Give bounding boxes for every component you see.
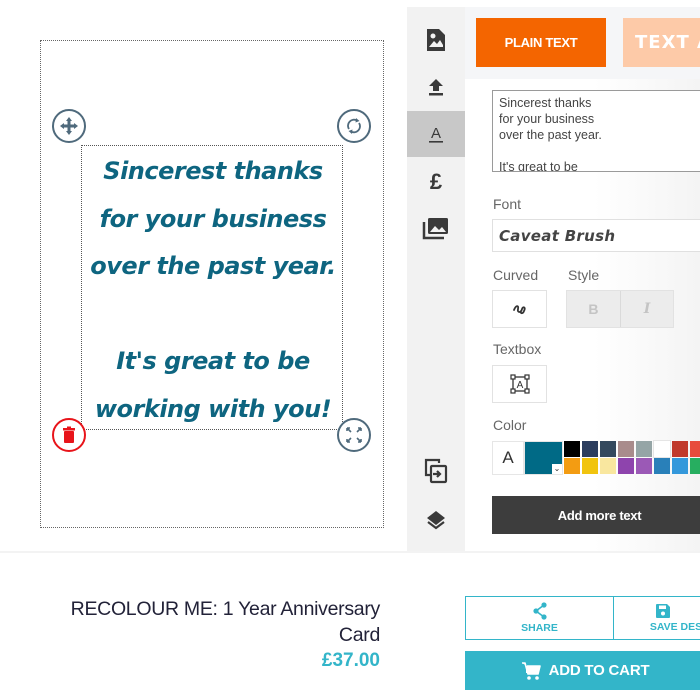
color-swatch[interactable] (618, 441, 634, 457)
textbox-button[interactable]: A (492, 365, 547, 403)
font-select[interactable]: Caveat Brush (492, 219, 700, 252)
color-swatch[interactable] (600, 441, 616, 457)
text-input[interactable]: Sincerest thanks for your business over … (492, 90, 700, 172)
layers-icon (427, 511, 445, 530)
textbox-label: Textbox (493, 341, 542, 357)
text-options-panel: PLAIN TEXT TEXT A Sincerest thanks for y… (465, 7, 700, 551)
color-swatch[interactable] (690, 458, 700, 474)
product-designer: Sincerest thanks for your business over … (0, 0, 700, 700)
text-color-indicator: A (492, 441, 524, 475)
card-text-line: for your business (99, 204, 327, 233)
design-canvas-area: Sincerest thanks for your business over … (0, 7, 407, 551)
delete-handle[interactable] (52, 418, 86, 452)
save-label: SAVE DES (649, 621, 700, 633)
color-swatch[interactable] (618, 458, 634, 474)
share-button[interactable]: SHARE (465, 596, 614, 640)
move-handle[interactable] (52, 109, 86, 143)
product-title: RECOLOUR ME: 1 Year Anniversary Card (20, 596, 381, 648)
product-title-line: Card (338, 624, 380, 646)
color-swatch[interactable] (564, 441, 580, 457)
resize-icon (346, 427, 362, 443)
color-swatch[interactable] (654, 458, 670, 474)
card-text-line: Sincerest thanks (103, 157, 323, 185)
rotate-icon (347, 118, 361, 134)
card-text-line (80, 290, 346, 338)
chevron-down-icon[interactable]: ⌄ (552, 464, 562, 474)
svg-text:A: A (431, 125, 441, 142)
color-swatch[interactable] (690, 441, 700, 457)
color-swatch[interactable] (672, 458, 688, 474)
svg-text:A: A (516, 380, 523, 391)
style-label: Style (568, 267, 600, 283)
save-design-button[interactable]: SAVE DES (613, 596, 700, 640)
sidebar-item-layers[interactable] (407, 497, 465, 543)
duplicate-icon (424, 458, 448, 484)
sidebar-item-text[interactable]: A (407, 111, 465, 157)
share-label: SHARE (521, 622, 558, 634)
tab-plain-text[interactable]: PLAIN TEXT (476, 18, 606, 67)
tab-text-art[interactable]: TEXT A (623, 18, 700, 67)
sidebar-item-gallery[interactable] (407, 205, 465, 251)
gallery-icon (422, 218, 448, 240)
curve-icon (512, 305, 526, 315)
color-swatch[interactable] (564, 458, 580, 474)
save-icon (656, 604, 670, 618)
card-text-line: It's great to be (116, 347, 310, 375)
current-color-picker[interactable]: ⌄ (524, 441, 563, 475)
trash-icon (63, 426, 75, 443)
product-title-line: RECOLOUR ME: 1 Year Anniversary (70, 598, 381, 620)
card-text-line: working with you! (94, 394, 332, 423)
image-icon (427, 29, 445, 51)
italic-button[interactable]: I (619, 291, 673, 327)
sidebar-item-price[interactable]: £ (407, 158, 465, 204)
tool-sidebar: A £ (407, 7, 465, 551)
text-icon: A (429, 125, 443, 143)
color-swatch[interactable] (582, 441, 598, 457)
upload-icon (429, 79, 443, 96)
add-to-cart-button[interactable]: ADD TO CART (465, 651, 700, 690)
color-swatches (564, 440, 700, 474)
share-icon (532, 602, 547, 620)
rotate-handle[interactable] (337, 109, 371, 143)
color-swatch[interactable] (582, 458, 598, 474)
card-text[interactable]: Sincerest thanks for your business over … (80, 147, 346, 432)
cart-icon (521, 661, 541, 680)
sidebar-item-image[interactable] (407, 17, 465, 63)
color-swatch[interactable] (600, 458, 616, 474)
bold-button[interactable]: B (567, 291, 620, 327)
color-swatch[interactable] (653, 440, 671, 458)
product-price: £37.00 (321, 650, 380, 671)
pound-icon: £ (430, 169, 443, 193)
color-swatch[interactable] (636, 441, 652, 457)
move-icon (60, 117, 78, 135)
sidebar-item-upload[interactable] (407, 64, 465, 110)
text-style-group: B I (566, 290, 674, 328)
sidebar-item-duplicate[interactable] (407, 448, 465, 494)
add-to-cart-label: ADD TO CART (548, 662, 650, 679)
color-swatch[interactable] (672, 441, 688, 457)
card-text-line: over the past year. (90, 252, 336, 280)
textbox-icon: A (509, 374, 530, 394)
color-swatch[interactable] (636, 458, 652, 474)
color-label: Color (493, 417, 527, 433)
curved-label: Curved (493, 267, 539, 283)
divider (0, 551, 700, 553)
svg-text:£: £ (430, 169, 443, 193)
curved-text-button[interactable] (492, 290, 547, 328)
add-more-text-button[interactable]: Add more text (492, 496, 700, 534)
font-label: Font (493, 196, 522, 212)
text-type-tabs: PLAIN TEXT TEXT A (465, 7, 700, 79)
resize-handle[interactable] (337, 418, 371, 452)
